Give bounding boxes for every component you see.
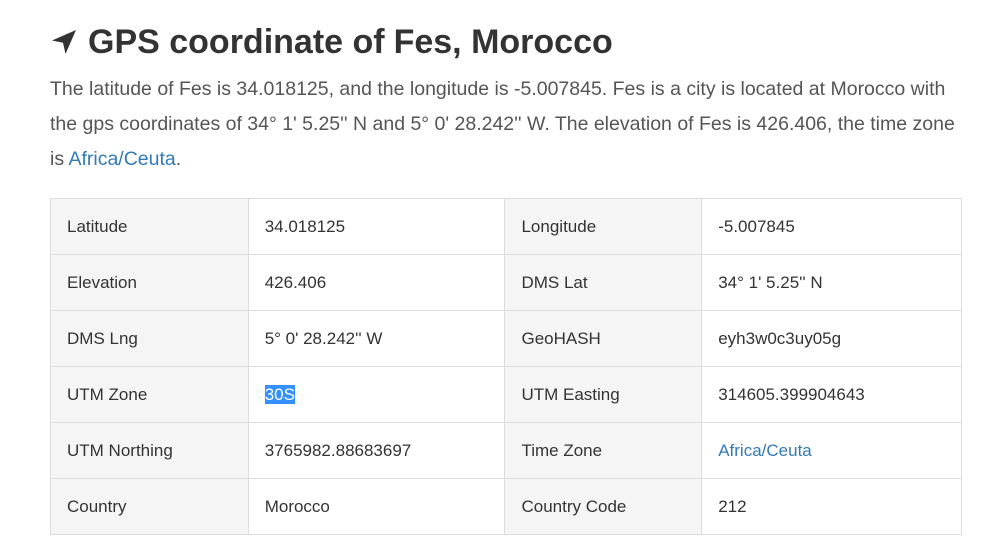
elevation-value: 426.406 — [247, 254, 506, 311]
table-row: UTM Northing 3765982.88683697 Time Zone … — [50, 422, 962, 479]
intro-paragraph: The latitude of Fes is 34.018125, and th… — [50, 72, 955, 177]
page-title: GPS coordinate of Fes, Morocco — [50, 22, 613, 62]
utm-zone-value[interactable]: 30S — [264, 384, 295, 404]
dms-lat-label: DMS Lat — [504, 254, 703, 311]
table-row: UTM Zone 30S UTM Easting 314605.39990464… — [50, 366, 962, 423]
elevation-label: Elevation — [50, 254, 249, 311]
longitude-value: -5.007845 — [701, 198, 962, 255]
country-code-label: Country Code — [504, 478, 703, 535]
utm-easting-label: UTM Easting — [504, 366, 703, 423]
time-zone-link[interactable]: Africa/Ceuta — [718, 441, 812, 460]
timezone-link[interactable]: Africa/Ceuta — [68, 148, 175, 170]
longitude-label: Longitude — [504, 198, 703, 255]
utm-zone-cell: 30S — [247, 366, 506, 423]
country-label: Country — [50, 478, 249, 535]
country-value: Morocco — [247, 478, 506, 535]
latitude-value: 34.018125 — [247, 198, 506, 255]
table-row: Elevation 426.406 DMS Lat 34° 1' 5.25'' … — [50, 254, 962, 311]
coordinates-table: Latitude 34.018125 Longitude -5.007845 E… — [50, 198, 962, 535]
utm-northing-label: UTM Northing — [50, 422, 249, 479]
table-row: DMS Lng 5° 0' 28.242'' W GeoHASH eyh3w0c… — [50, 310, 962, 367]
time-zone-cell: Africa/Ceuta — [701, 422, 962, 479]
dms-lng-value: 5° 0' 28.242'' W — [247, 310, 506, 367]
geohash-value: eyh3w0c3uy05g — [701, 310, 962, 367]
intro-text-end: . — [175, 148, 182, 170]
latitude-label: Latitude — [50, 198, 249, 255]
location-arrow-icon — [52, 30, 76, 54]
geohash-label: GeoHASH — [504, 310, 703, 367]
intro-text: The latitude of Fes is 34.018125, and th… — [50, 78, 955, 170]
page-title-prefix: GPS coordinate of — [88, 23, 385, 61]
dms-lng-label: DMS Lng — [50, 310, 249, 367]
utm-zone-label: UTM Zone — [50, 366, 249, 423]
time-zone-label: Time Zone — [504, 422, 703, 479]
country-code-value: 212 — [701, 478, 962, 535]
page-title-place: Fes, Morocco — [393, 23, 613, 61]
table-row: Country Morocco Country Code 212 — [50, 478, 962, 535]
dms-lat-value: 34° 1' 5.25'' N — [701, 254, 962, 311]
utm-easting-value: 314605.399904643 — [701, 366, 962, 423]
table-row: Latitude 34.018125 Longitude -5.007845 — [50, 198, 962, 255]
utm-northing-value: 3765982.88683697 — [247, 422, 506, 479]
